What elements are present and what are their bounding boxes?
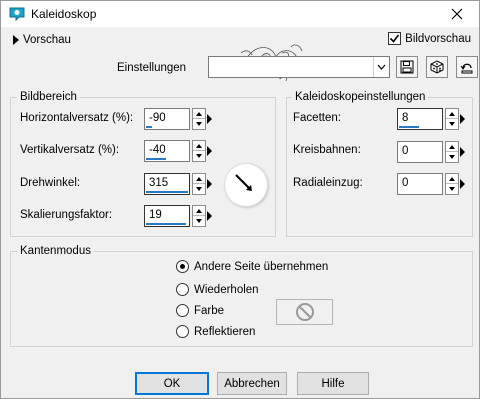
spin-down-icon[interactable] — [193, 184, 205, 194]
edge-color-swatch[interactable] — [276, 299, 333, 325]
spin-down-icon[interactable] — [446, 184, 458, 194]
chevron-down-icon[interactable] — [373, 57, 389, 77]
vertical-offset-spinner[interactable]: -40 — [144, 140, 214, 162]
settings-label: Einstellungen — [117, 62, 187, 74]
help-button[interactable]: Hilfe — [297, 372, 369, 395]
settings-combo[interactable] — [208, 56, 390, 78]
edge-mode-title: Kantenmodus — [17, 245, 94, 257]
spin-down-icon[interactable] — [446, 152, 458, 162]
spin-down-icon[interactable] — [193, 216, 205, 226]
radial-suck-label: Radialeinzug: — [293, 177, 363, 189]
radio-label: Wiederholen — [194, 283, 259, 296]
horizontal-offset-input[interactable]: -90 — [144, 108, 190, 130]
radio-label: Farbe — [194, 304, 225, 317]
orbits-input[interactable]: 0 — [397, 141, 443, 163]
title-bar: Kaleidoskop — [1, 1, 479, 27]
rotation-dial[interactable] — [225, 164, 267, 206]
random-preset-button[interactable] — [426, 56, 448, 78]
spin-up-icon[interactable] — [193, 206, 205, 216]
spin-up-icon[interactable] — [446, 174, 458, 184]
radial-suck-spinner[interactable]: 0 — [397, 173, 467, 195]
orbits-label: Kreisbahnen: — [293, 144, 361, 156]
image-area-title: Bildbereich — [17, 91, 80, 103]
horizontal-offset-spinner[interactable]: -90 — [144, 108, 214, 130]
kaleidoscope-settings-title: Kaleidoskopeinstellungen — [292, 91, 429, 103]
kaleidoscope-dialog: Kaleidoskop Vorschau Bildvorschau Einste… — [0, 0, 480, 399]
radio-reflect[interactable]: Reflektieren — [176, 325, 255, 338]
slider-arrow-icon[interactable] — [207, 146, 212, 156]
slider-arrow-icon[interactable] — [460, 147, 465, 157]
scale-factor-input[interactable]: 19 — [144, 205, 190, 227]
rotation-angle-label: Drehwinkel: — [20, 177, 81, 189]
preview-toggle[interactable]: Vorschau — [13, 34, 71, 46]
rotation-angle-input[interactable]: 315 — [144, 173, 190, 195]
scale-factor-label: Skalierungsfaktor: — [20, 209, 113, 221]
reset-icon — [460, 63, 473, 74]
facets-input[interactable]: 8 — [397, 108, 443, 130]
spin-down-icon[interactable] — [193, 151, 205, 161]
spin-down-icon[interactable] — [446, 119, 458, 129]
checkbox-box[interactable] — [388, 32, 402, 45]
spin-up-icon[interactable] — [193, 141, 205, 151]
radio-label: Andere Seite übernehmen — [194, 260, 329, 273]
slider-arrow-icon[interactable] — [207, 114, 212, 124]
spin-up-icon[interactable] — [193, 174, 205, 184]
angle-pointer-icon — [235, 174, 252, 191]
kaleidoscope-icon — [9, 7, 25, 21]
image-preview-label: Bildvorschau — [405, 32, 471, 45]
radio-take-from-other-side[interactable]: Andere Seite übernehmen — [176, 260, 328, 273]
spin-up-icon[interactable] — [446, 109, 458, 119]
radio-color[interactable]: Farbe — [176, 304, 224, 317]
checkmark-icon — [390, 34, 400, 43]
spin-up-icon[interactable] — [193, 109, 205, 119]
close-icon — [451, 8, 463, 20]
disabled-icon — [295, 303, 314, 321]
slider-arrow-icon[interactable] — [460, 179, 465, 189]
expand-triangle-icon — [13, 35, 19, 45]
save-preset-button[interactable] — [396, 56, 418, 78]
radio-label: Reflektieren — [194, 325, 256, 338]
cancel-button[interactable]: Abbrechen — [217, 372, 287, 395]
slider-arrow-icon[interactable] — [460, 114, 465, 124]
radio-circle[interactable] — [176, 283, 189, 296]
radio-circle[interactable] — [176, 304, 189, 317]
slider-arrow-icon[interactable] — [207, 211, 212, 221]
slider-arrow-icon[interactable] — [207, 179, 212, 189]
scale-factor-spinner[interactable]: 19 — [144, 205, 214, 227]
facets-spinner[interactable]: 8 — [397, 108, 467, 130]
horizontal-offset-label: Horizontalversatz (%): — [20, 112, 134, 124]
spin-down-icon[interactable] — [193, 119, 205, 129]
radio-circle[interactable] — [176, 260, 189, 273]
radial-suck-input[interactable]: 0 — [397, 173, 443, 195]
reset-preset-button[interactable] — [456, 56, 478, 78]
facets-label: Facetten: — [293, 112, 341, 124]
preview-label: Vorschau — [23, 34, 71, 46]
vertical-offset-label: Vertikalversatz (%): — [20, 144, 120, 156]
orbits-spinner[interactable]: 0 — [397, 141, 467, 163]
window-title: Kaleidoskop — [31, 7, 97, 21]
save-icon — [400, 60, 414, 74]
rotation-angle-spinner[interactable]: 315 — [144, 173, 214, 195]
dice-icon — [430, 60, 444, 74]
radio-circle[interactable] — [176, 325, 189, 338]
ok-button[interactable]: OK — [135, 372, 209, 395]
image-preview-checkbox[interactable]: Bildvorschau — [388, 32, 471, 45]
vertical-offset-input[interactable]: -40 — [144, 140, 190, 162]
close-button[interactable] — [435, 1, 479, 27]
radio-repeat[interactable]: Wiederholen — [176, 283, 259, 296]
spin-up-icon[interactable] — [446, 142, 458, 152]
